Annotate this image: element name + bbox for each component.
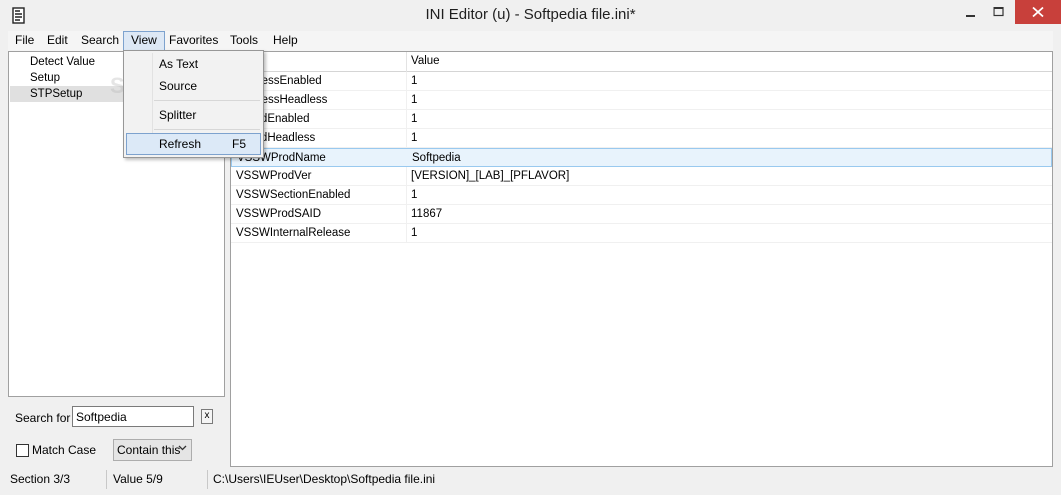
menu-item-label: As Text xyxy=(159,57,199,71)
menu-search[interactable]: Search xyxy=(74,31,126,51)
cell-separator xyxy=(406,91,407,109)
view-menu-dropdown: As Text Source Splitter Refresh F5 xyxy=(123,50,264,158)
status-section: Section 3/3 xyxy=(8,470,107,489)
value-cell: 1 xyxy=(411,132,418,144)
column-header-value[interactable]: Value xyxy=(411,55,440,67)
table-row[interactable]: VSSWInternalRelease 1 xyxy=(231,224,1052,243)
minimize-icon xyxy=(966,15,975,17)
close-button[interactable] xyxy=(1015,0,1061,24)
status-value: Value 5/9 xyxy=(111,470,208,489)
cell-separator xyxy=(406,205,407,223)
menu-help[interactable]: Help xyxy=(266,31,305,51)
menu-favorites[interactable]: Favorites xyxy=(162,31,225,51)
table-row[interactable]: SuccessEnabled 1 xyxy=(231,72,1052,91)
grid-header: Value xyxy=(231,52,1052,72)
value-cell: Softpedia xyxy=(412,152,461,164)
key-cell: VSSWProdSAID xyxy=(236,208,321,220)
menu-item-label: Source xyxy=(159,79,198,93)
table-row-selected[interactable]: VSSWProdName Softpedia xyxy=(231,148,1052,167)
cell-separator xyxy=(406,167,407,185)
menu-view[interactable]: View xyxy=(123,31,165,51)
menu-edit[interactable]: Edit xyxy=(40,31,75,51)
chevron-down-icon xyxy=(178,445,187,451)
minimize-button[interactable] xyxy=(956,0,986,24)
title-bar: INI Editor (u) - Softpedia file.ini* xyxy=(0,0,1061,31)
table-row[interactable]: VSSWProdSAID 11867 xyxy=(231,205,1052,224)
table-row[interactable]: VSSWProdVer [VERSION]_[LAB]_[PFLAVOR] xyxy=(231,167,1052,186)
cell-separator xyxy=(406,129,407,147)
maximize-button[interactable] xyxy=(984,0,1014,24)
menu-item-refresh[interactable]: Refresh F5 xyxy=(126,133,261,155)
value-cell: [VERSION]_[LAB]_[PFLAVOR] xyxy=(411,170,570,182)
value-cell: 1 xyxy=(411,227,418,239)
cell-separator xyxy=(406,224,407,242)
menu-item-label: Refresh xyxy=(159,137,202,151)
clear-search-button[interactable]: x xyxy=(201,409,213,424)
menu-file[interactable]: File xyxy=(8,31,41,51)
key-cell: VSSWInternalRelease xyxy=(236,227,351,239)
menu-item-shortcut: F5 xyxy=(232,137,247,151)
menu-item-label: Splitter xyxy=(159,108,197,122)
menu-item-source[interactable]: Source xyxy=(126,75,261,97)
maximize-icon xyxy=(993,7,1004,17)
value-cell: 1 xyxy=(411,113,418,125)
value-cell: 1 xyxy=(411,75,418,87)
table-row[interactable]: SuccessHeadless 1 xyxy=(231,91,1052,110)
menu-bar: File Edit Search View Favorites Tools He… xyxy=(8,31,1053,51)
search-label: Search for xyxy=(15,411,71,425)
column-separator[interactable] xyxy=(406,52,407,72)
table-row[interactable]: FailedHeadless 1 xyxy=(231,129,1052,148)
table-row[interactable]: VSSWSectionEnabled 1 xyxy=(231,186,1052,205)
close-icon xyxy=(1032,6,1044,18)
values-grid[interactable]: Value SuccessEnabled 1 SuccessHeadless 1… xyxy=(230,51,1053,467)
menu-tools[interactable]: Tools xyxy=(223,31,265,51)
menu-separator xyxy=(154,100,260,101)
search-panel: Search for x Match Case Contain this xyxy=(8,397,225,467)
search-input[interactable] xyxy=(72,406,194,427)
cell-separator xyxy=(406,186,407,204)
cell-separator xyxy=(406,110,407,128)
menu-item-splitter[interactable]: Splitter xyxy=(126,104,261,126)
menu-item-as-text[interactable]: As Text xyxy=(126,53,261,75)
match-case-checkbox[interactable] xyxy=(16,444,29,457)
value-cell: 1 xyxy=(411,94,418,106)
window-title: INI Editor (u) - Softpedia file.ini* xyxy=(425,6,636,23)
search-mode-value: Contain this xyxy=(117,443,181,457)
value-cell: 1 xyxy=(411,189,418,201)
key-cell: VSSWProdVer xyxy=(236,170,312,182)
match-case-label[interactable]: Match Case xyxy=(32,443,96,457)
status-path: C:\Users\IEUser\Desktop\Softpedia file.i… xyxy=(213,472,436,486)
table-row[interactable]: FailedEnabled 1 xyxy=(231,110,1052,129)
value-cell: 11867 xyxy=(411,208,443,220)
search-mode-select[interactable]: Contain this xyxy=(113,439,192,461)
key-cell: VSSWSectionEnabled xyxy=(236,189,351,201)
status-bar: Section 3/3 Value 5/9 C:\Users\IEUser\De… xyxy=(0,467,1061,495)
cell-separator xyxy=(406,72,407,90)
menu-separator xyxy=(154,129,260,130)
